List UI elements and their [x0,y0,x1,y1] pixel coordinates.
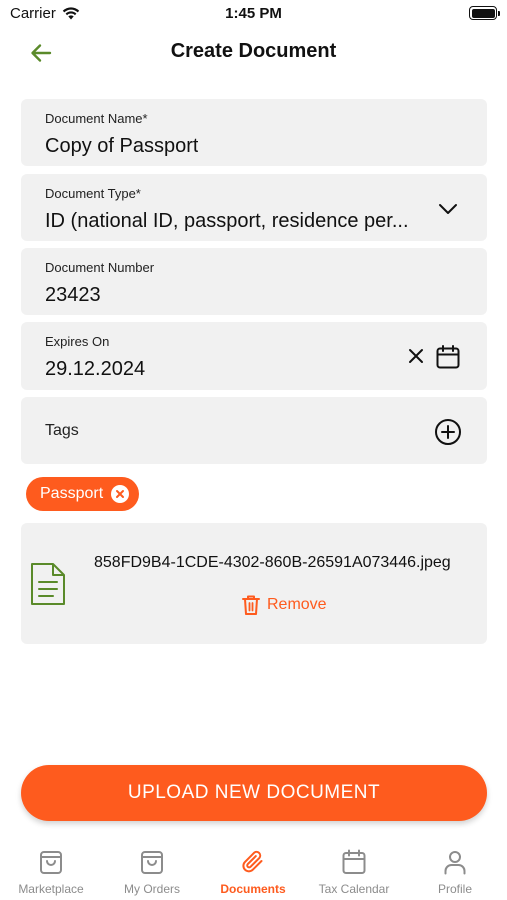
document-number-label: Document Number [45,260,155,275]
document-number-value[interactable]: 23423 [45,284,101,307]
tab-tax-calendar[interactable]: Tax Calendar [304,848,404,896]
document-type-value[interactable]: ID (national ID, passport, residence per… [45,210,425,233]
clear-date-icon[interactable] [405,345,427,367]
tab-my-orders-label: My Orders [123,882,180,896]
tab-my-orders[interactable]: My Orders [102,848,202,896]
document-file-icon [29,561,67,612]
tab-marketplace-label: Marketplace [18,882,84,896]
tab-marketplace[interactable]: Marketplace [1,848,101,896]
shopping-bag-icon [40,851,62,874]
tab-documents[interactable]: Documents [203,848,303,896]
chevron-down-icon[interactable] [435,196,461,222]
document-type-select[interactable]: Document Type* ID (national ID, passport… [21,174,487,241]
page-title: Create Document [170,40,337,62]
remove-tag-icon[interactable] [111,485,130,503]
attachment-file-name: 858FD9B4-1CDE-4302-860B-26591A073446.jpe… [94,554,451,571]
navigation-bar: Create Document [0,34,507,72]
plus-circle-icon [435,419,461,445]
tag-chip-label: Passport [40,485,104,502]
add-tag-button[interactable] [433,417,463,447]
status-time: 1:45 PM [225,5,282,22]
tag-chip[interactable]: Passport [26,477,140,511]
paperclip-icon [242,850,263,873]
remove-attachment-button[interactable]: Remove [241,594,327,616]
calendar-icon [342,849,366,874]
expires-on-label: Expires On [45,334,110,349]
trash-icon [242,595,260,615]
tags-field: Tags [21,397,487,464]
expires-on-value[interactable]: 29.12.2024 [45,358,145,381]
document-name-value[interactable]: Copy of Passport [45,135,198,158]
document-name-field[interactable]: Document Name* Copy of Passport [21,99,487,166]
document-name-label: Document Name* [45,111,148,126]
tab-documents-label: Documents [220,882,286,896]
person-icon [444,851,466,875]
document-number-field[interactable]: Document Number 23423 [21,248,487,315]
tab-tax-calendar-label: Tax Calendar [318,882,390,896]
tags-label: Tags [45,422,79,439]
document-type-label: Document Type* [45,186,141,201]
expires-on-field[interactable]: Expires On 29.12.2024 [21,322,487,390]
upload-new-document-button[interactable]: UPLOAD NEW DOCUMENT [21,765,487,821]
tab-bar: Marketplace My Orders Documents Tax Cale… [0,840,507,900]
tab-profile-label: Profile [437,882,472,896]
shopping-bag-icon [141,851,163,874]
calendar-icon[interactable] [433,342,463,372]
remove-attachment-label: Remove [267,596,327,613]
battery-icon [469,6,500,20]
status-bar: Carrier 1:45 PM [0,0,507,30]
tab-profile[interactable]: Profile [405,848,505,896]
attachment-card: 858FD9B4-1CDE-4302-860B-26591A073446.jpe… [21,523,487,644]
